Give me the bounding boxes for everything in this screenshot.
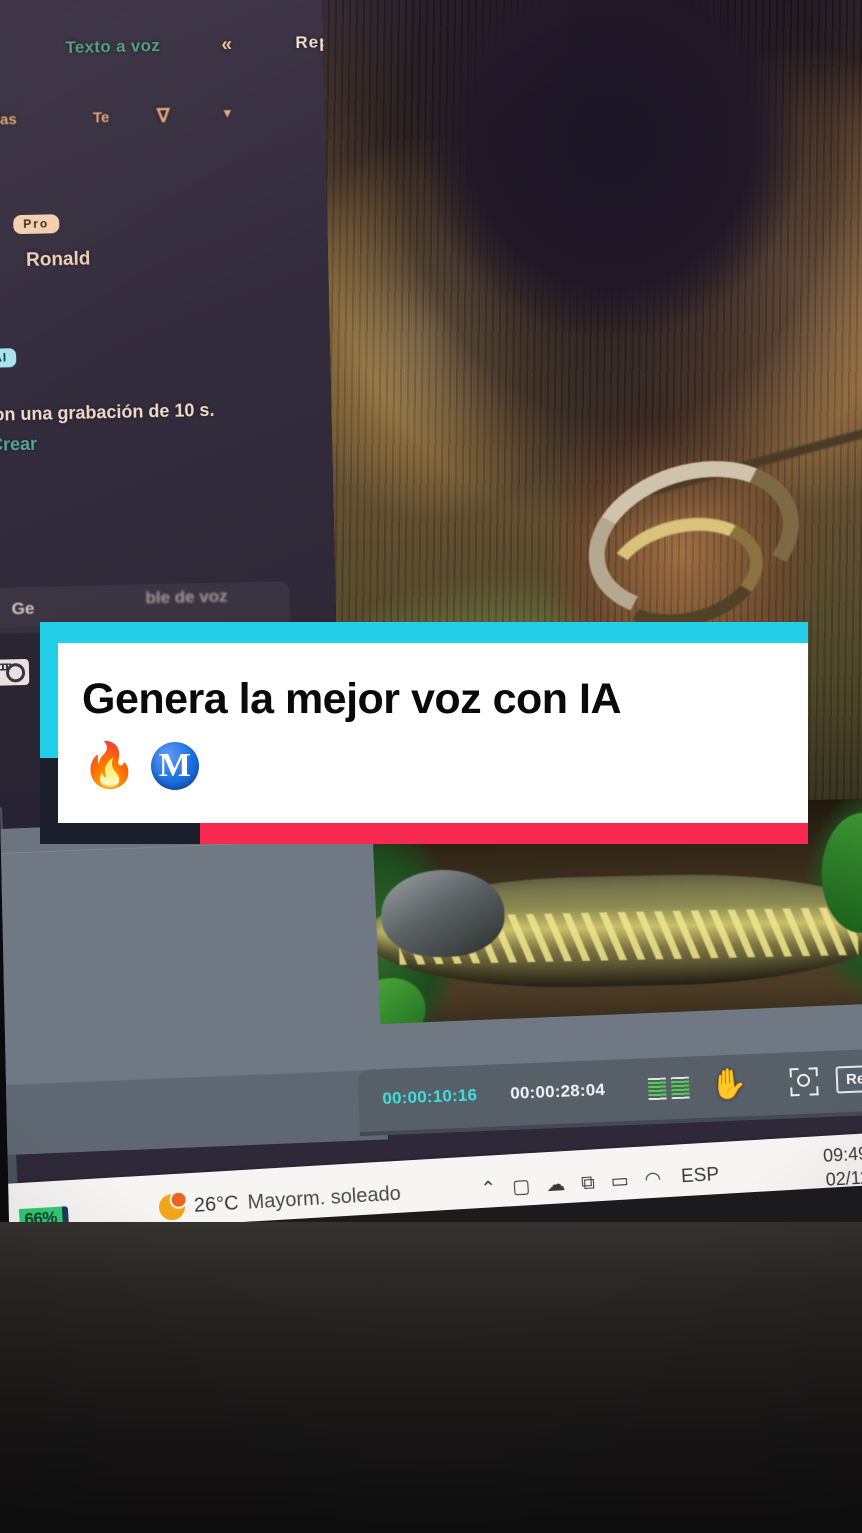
onedrive-icon[interactable]: ☁: [546, 1174, 566, 1196]
total-duration-timecode: 00:00:28:04: [509, 1080, 606, 1103]
video-preview[interactable]: SERPIENTE PUEDE: [321, 0, 862, 1051]
taskbar-clock[interactable]: 09:49 a. m. 02/11/2024: [822, 1139, 862, 1193]
voice-name-label[interactable]: Ronald: [26, 249, 91, 272]
pro-badge: Pro: [13, 214, 60, 235]
laptop-photo: nto Texto a voz « Reproductor zadas Te ∇…: [0, 0, 862, 1533]
filter-personalizadas[interactable]: zadas: [0, 111, 17, 129]
taskbar-time: 09:49 a. m.: [822, 1141, 862, 1166]
crop-fit-icon[interactable]: [789, 1067, 819, 1097]
overlay-headline: Genera la mejor voz con IA: [82, 675, 622, 723]
audio-bars-icon[interactable]: [647, 1076, 691, 1101]
ai-badge: AI: [0, 348, 17, 368]
battery-icon[interactable]: ▭: [610, 1170, 629, 1192]
filter-chevron-down-icon[interactable]: ▼: [221, 105, 234, 120]
weather-temperature: 26°C: [193, 1191, 240, 1217]
laptop-body: [0, 1222, 862, 1533]
snake-head: [380, 869, 506, 959]
hand-cursor-icon: ✋: [709, 1067, 749, 1102]
filter-tendencias[interactable]: Te: [93, 109, 110, 126]
taskbar-system-tray: ⌃ ▢ ☁ ⧉ ▭ ◠ ESP: [480, 1164, 720, 1200]
dark-foliage-shadow: [364, 0, 858, 396]
wifi-icon[interactable]: ◠: [644, 1168, 662, 1190]
crear-link[interactable]: Crear: [0, 434, 37, 456]
camera-icon[interactable]: ▢: [512, 1176, 531, 1198]
fire-emoji-icon: 🔥: [82, 741, 137, 790]
playhead-timecode: 00:00:10:16: [382, 1085, 478, 1109]
display-settings-icon[interactable]: ⧉: [581, 1172, 596, 1194]
editor-grey-panel-shadow: [0, 1069, 388, 1156]
editor-left-panel: [0, 0, 357, 648]
aspect-ratio-button[interactable]: Relació: [835, 1063, 862, 1094]
overlay-card-white-body: [58, 643, 808, 823]
filter-funnel-icon[interactable]: ∇: [157, 105, 170, 128]
weather-description: Mayorm. soleado: [246, 1182, 402, 1214]
language-indicator[interactable]: ESP: [680, 1164, 719, 1188]
generate-voice-button-label: Ge: [11, 598, 35, 619]
film-search-icon[interactable]: [0, 658, 30, 686]
show-hidden-icons-chevron[interactable]: ⌃: [480, 1178, 497, 1200]
weather-sun-icon: [158, 1193, 186, 1221]
circled-m-emoji-icon: M: [150, 742, 199, 790]
menu-texto-a-voz[interactable]: Texto a voz: [65, 36, 160, 58]
menu-collapse-chevron-icon[interactable]: «: [221, 34, 232, 56]
overlay-emoji-row: 🔥 M: [82, 742, 199, 790]
generate-voice-button-label-behind: ble de voz: [145, 586, 228, 608]
